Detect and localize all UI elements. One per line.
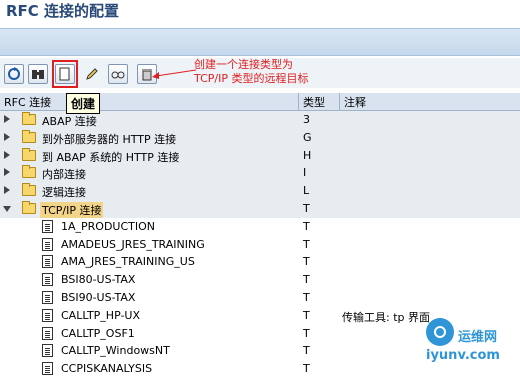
connection-type: T (303, 290, 310, 304)
column-note[interactable]: 注释 (344, 94, 366, 110)
callout-text: 创建一个连接类型为 TCP/IP 类型的远程目标 (194, 58, 308, 86)
document-icon (42, 219, 53, 233)
tree-node-internal[interactable]: 内部连接 I (0, 164, 520, 183)
folder-icon (22, 147, 36, 161)
node-type: I (303, 166, 307, 180)
node-label: 逻辑连接 (42, 186, 86, 200)
folder-icon (22, 129, 36, 143)
folder-icon (22, 165, 36, 179)
watermark-icon (426, 318, 454, 346)
tree-node-logical[interactable]: 逻辑连接 L (0, 182, 520, 200)
expand-icon[interactable] (4, 132, 10, 141)
callout-line-1: 创建一个连接类型为 (194, 58, 293, 71)
tree-node-http-abap[interactable]: 到 ABAP 系统的 HTTP 连接 H (0, 146, 520, 165)
connection-name: 1A_PRODUCTION (61, 219, 156, 233)
document-icon (42, 290, 53, 304)
connection-row[interactable]: AMADEUS_JRES_TRAINING T (0, 236, 520, 254)
connection-type: T (303, 344, 310, 358)
connection-type: T (303, 326, 310, 340)
node-type: T (303, 201, 310, 215)
refresh-button[interactable] (4, 64, 24, 84)
connection-row[interactable]: AMA_JRES_TRAINING_US T (0, 253, 520, 271)
collapse-icon[interactable] (3, 205, 11, 212)
pencil-icon (86, 68, 98, 80)
node-type: H (303, 148, 312, 162)
document-icon (42, 255, 53, 269)
watermark-cn: 运维网 (458, 330, 498, 345)
connection-name: CALLTP_WindowsNT (61, 344, 170, 358)
connection-row[interactable]: BSI80-US-TAX T (0, 271, 520, 289)
connection-name: BSI90-US-TAX (61, 290, 136, 304)
header-band (0, 28, 520, 56)
create-tooltip: 创建 (66, 93, 101, 114)
column-type[interactable]: 类型 (303, 94, 325, 110)
connection-type: T (303, 219, 310, 233)
node-label: 到外部服务器的 HTTP 连接 (42, 132, 177, 146)
window-title: RFC 连接的配置 (6, 2, 120, 20)
column-name[interactable]: RFC 连接 (4, 94, 51, 110)
connection-name: CALLTP_HP-UX (61, 308, 141, 322)
document-icon (42, 273, 53, 287)
watermark-en: iyunv.com (426, 348, 500, 363)
connection-name: BSI80-US-TAX (61, 273, 136, 287)
document-icon (42, 344, 53, 358)
display-button[interactable] (108, 64, 128, 84)
expand-icon[interactable] (4, 168, 10, 177)
folder-icon (22, 183, 36, 197)
connection-type: T (303, 255, 310, 269)
tree-node-http-external[interactable]: 到外部服务器的 HTTP 连接 G (0, 128, 520, 147)
open-folder-icon (22, 200, 36, 214)
title-bar: RFC 连接的配置 (0, 0, 520, 22)
document-icon (42, 362, 53, 376)
connection-row[interactable]: BSI90-US-TAX T (0, 289, 520, 307)
document-icon (42, 237, 53, 251)
connection-type: T (303, 308, 310, 322)
node-label: 内部连接 (42, 168, 86, 182)
node-label: ABAP 连接 (42, 115, 97, 128)
node-type: L (303, 184, 310, 198)
change-button[interactable] (82, 64, 102, 84)
watermark-logo: 运维网 iyunv.com (412, 318, 512, 366)
node-type: G (303, 130, 312, 144)
connection-type: T (303, 237, 310, 251)
find-button[interactable] (28, 64, 48, 84)
expand-icon[interactable] (4, 115, 10, 123)
connection-row[interactable]: 1A_PRODUCTION T (0, 218, 520, 236)
node-type: 3 (303, 113, 310, 126)
connection-type: T (303, 273, 310, 287)
connection-name: AMA_JRES_TRAINING_US (61, 255, 195, 269)
binoculars-icon (32, 70, 44, 79)
document-icon (42, 326, 53, 340)
connection-name: CALLTP_OSF1 (61, 326, 135, 340)
expand-icon[interactable] (4, 150, 10, 159)
callout-line-2: TCP/IP 类型的远程目标 (194, 72, 309, 85)
node-label: 到 ABAP 系统的 HTTP 连接 (42, 150, 180, 164)
expand-icon[interactable] (4, 186, 10, 195)
connection-name: AMADEUS_JRES_TRAINING (61, 237, 205, 251)
glasses-icon (111, 71, 125, 79)
node-label: TCP/IP 连接 (40, 201, 104, 218)
folder-icon (22, 112, 36, 125)
connection-name: CCPISKANALYSIS (61, 362, 153, 376)
create-button-highlight (52, 60, 78, 88)
refresh-icon (8, 67, 20, 80)
callout-arrow (152, 69, 197, 79)
connection-type: T (303, 362, 310, 376)
document-icon (42, 308, 53, 322)
tree-node-tcpip[interactable]: TCP/IP 连接 T (0, 199, 520, 218)
